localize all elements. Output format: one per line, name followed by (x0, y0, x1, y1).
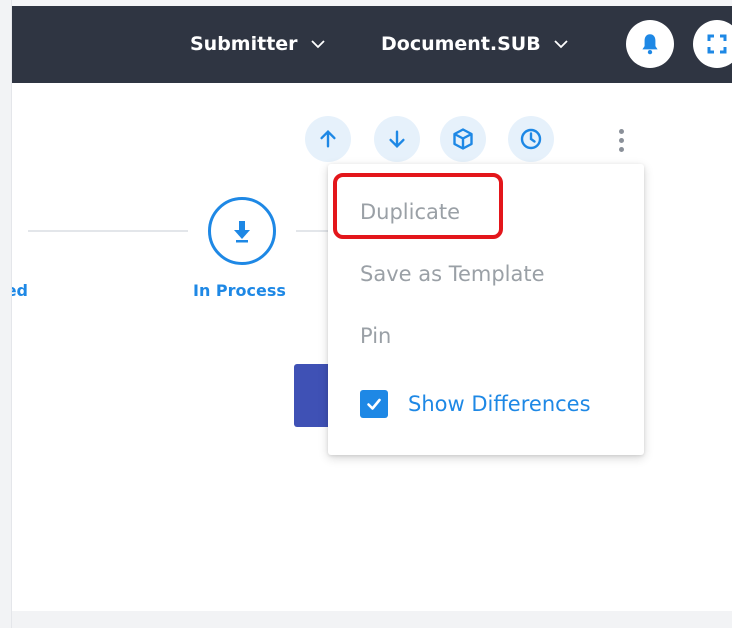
top-header-bar (12, 6, 732, 83)
notifications-button[interactable] (626, 20, 674, 68)
kebab-dot (618, 128, 624, 134)
package-button[interactable] (440, 116, 486, 162)
show-differences-label: Show Differences (408, 392, 591, 416)
arrow-down-icon (389, 130, 405, 149)
submitter-dropdown[interactable]: Submitter (190, 31, 326, 57)
menu-item-show-differences[interactable]: Show Differences (360, 390, 591, 418)
history-button[interactable] (508, 116, 554, 162)
in-process-step-label: In Process (193, 281, 286, 300)
menu-item-pin[interactable]: Pin (360, 324, 391, 348)
arrow-down-icon (234, 221, 250, 243)
in-process-step-indicator[interactable] (208, 197, 276, 265)
expand-icon (707, 34, 727, 54)
show-differences-checkbox[interactable] (360, 390, 388, 418)
bell-icon (642, 34, 658, 55)
arrow-up-icon (320, 129, 336, 148)
document-dropdown-label: Document.SUB (381, 33, 541, 55)
clock-icon (520, 128, 542, 150)
kebab-dot (618, 146, 624, 152)
context-menu: Duplicate Save as Template Pin Show Diff… (328, 164, 644, 455)
chevron-down-icon (554, 40, 568, 49)
previous-step-label: ed (12, 281, 28, 300)
progress-connector-line (28, 230, 188, 232)
progress-connector-line (296, 230, 328, 232)
checkmark-icon (367, 398, 381, 410)
kebab-menu-icon[interactable] (606, 124, 636, 156)
move-up-button[interactable] (305, 116, 351, 162)
chevron-down-icon (310, 40, 325, 49)
document-dropdown[interactable]: Document.SUB (381, 31, 569, 57)
bottom-edge (12, 611, 732, 628)
menu-item-save-as-template[interactable]: Save as Template (360, 262, 545, 286)
cube-icon (453, 128, 473, 150)
left-edge-panel (0, 0, 12, 628)
submitter-dropdown-label: Submitter (190, 33, 298, 55)
kebab-dot (618, 137, 624, 143)
menu-item-duplicate[interactable]: Duplicate (360, 200, 460, 224)
move-down-button[interactable] (374, 116, 420, 162)
